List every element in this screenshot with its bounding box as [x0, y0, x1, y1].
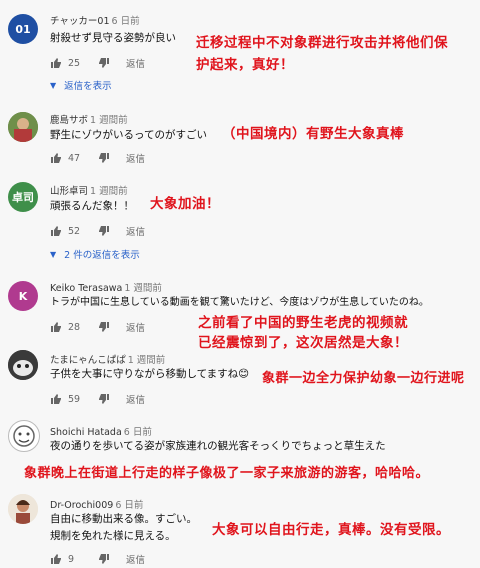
- thumbs-up-icon[interactable]: [50, 393, 62, 405]
- like-count: 59: [68, 393, 81, 405]
- comment-text: 子供を大事に守りながら移動してますね😊: [50, 368, 250, 380]
- caret-down-icon: ▼: [50, 80, 57, 90]
- avatar[interactable]: [8, 494, 38, 524]
- timestamp[interactable]: 1 週間前: [124, 283, 162, 294]
- username[interactable]: 山形卓司: [50, 186, 88, 197]
- timestamp[interactable]: 1 週間前: [128, 355, 166, 366]
- username[interactable]: Dr-Orochi009: [50, 500, 113, 511]
- like-count: 25: [68, 57, 81, 69]
- thumbs-down-icon[interactable]: [98, 225, 110, 237]
- thumbs-down-icon[interactable]: [98, 321, 110, 333]
- annotation: 之前看了中国的野生老虎的视频就 已经震惊到了，这次居然是大象！: [198, 315, 408, 351]
- thumbs-up-icon[interactable]: [50, 152, 62, 164]
- reply-button[interactable]: 返信: [126, 552, 145, 566]
- username[interactable]: Keiko Terasawa: [50, 283, 122, 294]
- annotation: 迁移过程中不对象群进行攻击并将他们保 护起来，真好！: [196, 35, 448, 73]
- thumbs-down-icon[interactable]: [98, 57, 110, 69]
- comment-text: 射殺せず見守る姿勢が良い: [50, 32, 176, 44]
- avatar[interactable]: [8, 420, 40, 452]
- username[interactable]: 鹿島サボ: [50, 115, 88, 126]
- like-count: 52: [68, 225, 81, 237]
- timestamp[interactable]: 6 日前: [112, 16, 140, 27]
- comment-text: 野生にゾウがいるってのがすごい: [50, 129, 207, 141]
- view-replies-button[interactable]: ▼ 2 件の返信を表示: [50, 247, 140, 262]
- annotation: 象群晚上在街道上行走的样子像极了一家子来旅游的游客，哈哈哈。: [24, 466, 430, 481]
- reply-button[interactable]: 返信: [126, 224, 145, 238]
- thumbs-up-icon[interactable]: [50, 321, 62, 333]
- avatar[interactable]: [8, 112, 38, 142]
- annotation: 大象可以自由行走，真棒。没有受限。: [212, 522, 450, 538]
- avatar[interactable]: 卓司: [8, 182, 38, 212]
- comment-text: トラが中国に生息している動画を観て驚いたけど、今度はゾウが生息していたのね。: [50, 297, 429, 308]
- caret-down-icon: ▼: [50, 249, 57, 259]
- avatar[interactable]: 01: [8, 14, 38, 44]
- like-count: 47: [68, 152, 81, 164]
- timestamp[interactable]: 1 週間前: [90, 115, 128, 126]
- thumbs-down-icon[interactable]: [98, 393, 110, 405]
- username[interactable]: たまにゃんこぱぱ: [50, 355, 126, 366]
- thumbs-up-icon[interactable]: [50, 553, 62, 565]
- like-count: 28: [68, 321, 81, 333]
- reply-button[interactable]: 返信: [126, 151, 145, 165]
- timestamp[interactable]: 6 日前: [124, 427, 152, 438]
- thumbs-down-icon[interactable]: [98, 152, 110, 164]
- reply-button[interactable]: 返信: [126, 392, 145, 406]
- timestamp[interactable]: 6 日前: [115, 500, 143, 511]
- username[interactable]: Shoichi Hatada: [50, 427, 122, 438]
- reply-button[interactable]: 返信: [126, 56, 145, 70]
- timestamp[interactable]: 1 週間前: [90, 186, 128, 197]
- like-count: 9: [68, 553, 75, 565]
- comment-text: 夜の通りを歩いてる姿が家族連れの観光客そっくりでちょっと草生えた: [50, 440, 386, 452]
- annotation: （中国境内）有野生大象真棒: [222, 126, 404, 142]
- thumbs-down-icon[interactable]: [98, 553, 110, 565]
- avatar[interactable]: K: [8, 281, 38, 311]
- annotation: 象群一边全力保护幼象一边行进呢: [262, 371, 465, 386]
- annotation: 大象加油！: [150, 196, 220, 212]
- thumbs-up-icon[interactable]: [50, 57, 62, 69]
- username[interactable]: チャッカー01: [50, 16, 110, 27]
- avatar[interactable]: [8, 350, 38, 380]
- reply-button[interactable]: 返信: [126, 320, 145, 334]
- comment-text: 頑張るんだ象！！: [50, 200, 134, 212]
- thumbs-up-icon[interactable]: [50, 225, 62, 237]
- comment-text: 自由に移動出来る像。すごい。 規制を免れた様に見える。: [50, 513, 197, 542]
- view-replies-button[interactable]: ▼ 返信を表示: [50, 78, 112, 93]
